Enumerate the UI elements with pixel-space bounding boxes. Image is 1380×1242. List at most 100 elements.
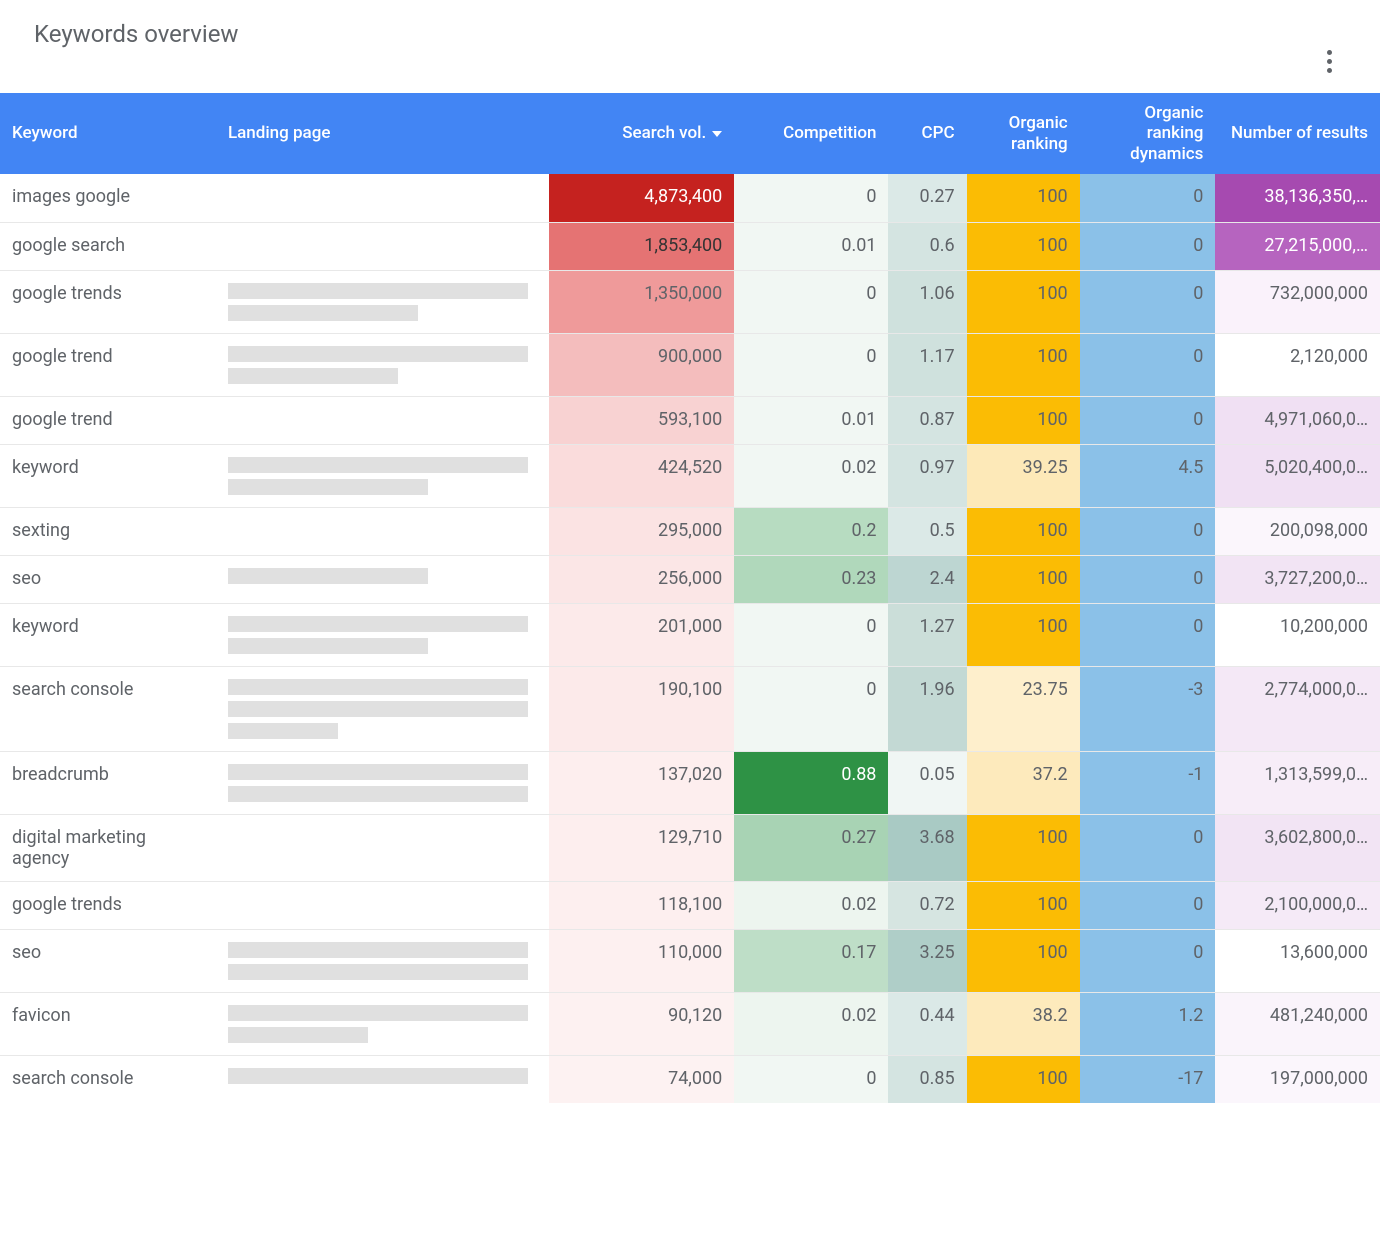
cell-organic-ranking-dynamics: -3 bbox=[1080, 666, 1216, 751]
cell-cpc: 1.06 bbox=[888, 270, 966, 333]
cell-organic-ranking: 100 bbox=[967, 555, 1080, 603]
cell-cpc: 0.97 bbox=[888, 444, 966, 507]
cell-organic-ranking-dynamics: 0 bbox=[1080, 603, 1216, 666]
cell-search-vol: 118,100 bbox=[549, 881, 734, 929]
cell-search-vol: 4,873,400 bbox=[549, 174, 734, 222]
cell-competition: 0.01 bbox=[734, 396, 888, 444]
cell-organic-ranking: 23.75 bbox=[967, 666, 1080, 751]
table-row[interactable]: breadcrumb137,0200.880.0537.2-11,313,599… bbox=[0, 751, 1380, 814]
table-row[interactable]: seo256,0000.232.410003,727,200,0… bbox=[0, 555, 1380, 603]
cell-organic-ranking: 100 bbox=[967, 814, 1080, 881]
cell-competition: 0.23 bbox=[734, 555, 888, 603]
cell-organic-ranking: 100 bbox=[967, 396, 1080, 444]
cell-number-of-results: 38,136,350,… bbox=[1215, 174, 1380, 222]
cell-competition: 0 bbox=[734, 174, 888, 222]
cell-landing-page bbox=[216, 174, 549, 222]
cell-cpc: 3.68 bbox=[888, 814, 966, 881]
cell-landing-page bbox=[216, 881, 549, 929]
cell-number-of-results: 27,215,000,… bbox=[1215, 222, 1380, 270]
cell-landing-page bbox=[216, 333, 549, 396]
cell-competition: 0 bbox=[734, 666, 888, 751]
cell-keyword: google trend bbox=[0, 333, 216, 396]
cell-organic-ranking: 100 bbox=[967, 929, 1080, 992]
cell-search-vol: 110,000 bbox=[549, 929, 734, 992]
cell-cpc: 1.17 bbox=[888, 333, 966, 396]
table-row[interactable]: search console74,00000.85100-17197,000,0… bbox=[0, 1055, 1380, 1103]
table-row[interactable]: google search1,853,4000.010.6100027,215,… bbox=[0, 222, 1380, 270]
cell-competition: 0.27 bbox=[734, 814, 888, 881]
cell-keyword: google trend bbox=[0, 396, 216, 444]
cell-organic-ranking-dynamics: 0 bbox=[1080, 507, 1216, 555]
cell-cpc: 0.05 bbox=[888, 751, 966, 814]
table-row[interactable]: images google4,873,40000.27100038,136,35… bbox=[0, 174, 1380, 222]
cell-competition: 0 bbox=[734, 603, 888, 666]
column-header-keyword[interactable]: Keyword bbox=[0, 93, 216, 174]
cell-search-vol: 424,520 bbox=[549, 444, 734, 507]
more-menu-icon[interactable] bbox=[1327, 20, 1350, 83]
cell-search-vol: 201,000 bbox=[549, 603, 734, 666]
cell-organic-ranking-dynamics: 0 bbox=[1080, 929, 1216, 992]
column-header-organic_ranking[interactable]: Organic ranking bbox=[967, 93, 1080, 174]
table-row[interactable]: seo110,0000.173.25100013,600,000 bbox=[0, 929, 1380, 992]
cell-keyword: seo bbox=[0, 929, 216, 992]
cell-search-vol: 295,000 bbox=[549, 507, 734, 555]
cell-number-of-results: 5,020,400,0… bbox=[1215, 444, 1380, 507]
cell-landing-page bbox=[216, 555, 549, 603]
column-header-landing_page[interactable]: Landing page bbox=[216, 93, 549, 174]
cell-landing-page bbox=[216, 666, 549, 751]
cell-keyword: sexting bbox=[0, 507, 216, 555]
column-header-number_of_results[interactable]: Number of results bbox=[1215, 93, 1380, 174]
cell-number-of-results: 1,313,599,0… bbox=[1215, 751, 1380, 814]
cell-search-vol: 1,853,400 bbox=[549, 222, 734, 270]
cell-landing-page bbox=[216, 396, 549, 444]
table-row[interactable]: favicon90,1200.020.4438.21.2481,240,000 bbox=[0, 992, 1380, 1055]
cell-organic-ranking-dynamics: -1 bbox=[1080, 751, 1216, 814]
cell-organic-ranking-dynamics: 0 bbox=[1080, 174, 1216, 222]
cell-competition: 0.2 bbox=[734, 507, 888, 555]
cell-cpc: 0.6 bbox=[888, 222, 966, 270]
cell-keyword: keyword bbox=[0, 444, 216, 507]
table-row[interactable]: keyword424,5200.020.9739.254.55,020,400,… bbox=[0, 444, 1380, 507]
cell-cpc: 0.85 bbox=[888, 1055, 966, 1103]
cell-cpc: 0.87 bbox=[888, 396, 966, 444]
table-row[interactable]: google trend900,00001.1710002,120,000 bbox=[0, 333, 1380, 396]
cell-cpc: 0.44 bbox=[888, 992, 966, 1055]
table-header-row: KeywordLanding pageSearch vol.Competitio… bbox=[0, 93, 1380, 174]
cell-search-vol: 90,120 bbox=[549, 992, 734, 1055]
table-row[interactable]: digital marketing agency129,7100.273.681… bbox=[0, 814, 1380, 881]
cell-keyword: google search bbox=[0, 222, 216, 270]
cell-landing-page bbox=[216, 1055, 549, 1103]
column-header-competition[interactable]: Competition bbox=[734, 93, 888, 174]
cell-landing-page bbox=[216, 751, 549, 814]
cell-landing-page bbox=[216, 992, 549, 1055]
table-row[interactable]: google trend593,1000.010.8710004,971,060… bbox=[0, 396, 1380, 444]
column-header-search_vol[interactable]: Search vol. bbox=[549, 93, 734, 174]
cell-competition: 0.88 bbox=[734, 751, 888, 814]
table-row[interactable]: google trends1,350,00001.061000732,000,0… bbox=[0, 270, 1380, 333]
cell-cpc: 0.72 bbox=[888, 881, 966, 929]
cell-keyword: keyword bbox=[0, 603, 216, 666]
cell-organic-ranking-dynamics: 0 bbox=[1080, 814, 1216, 881]
table-row[interactable]: google trends118,1000.020.7210002,100,00… bbox=[0, 881, 1380, 929]
cell-number-of-results: 4,971,060,0… bbox=[1215, 396, 1380, 444]
table-row[interactable]: keyword201,00001.27100010,200,000 bbox=[0, 603, 1380, 666]
cell-keyword: google trends bbox=[0, 881, 216, 929]
table-row[interactable]: sexting295,0000.20.51000200,098,000 bbox=[0, 507, 1380, 555]
column-header-organic_ranking_dynamics[interactable]: Organic ranking dynamics bbox=[1080, 93, 1216, 174]
column-header-cpc[interactable]: CPC bbox=[888, 93, 966, 174]
cell-number-of-results: 3,727,200,0… bbox=[1215, 555, 1380, 603]
cell-keyword: favicon bbox=[0, 992, 216, 1055]
cell-landing-page bbox=[216, 444, 549, 507]
cell-organic-ranking: 100 bbox=[967, 507, 1080, 555]
cell-cpc: 2.4 bbox=[888, 555, 966, 603]
cell-keyword: images google bbox=[0, 174, 216, 222]
cell-cpc: 0.27 bbox=[888, 174, 966, 222]
cell-search-vol: 129,710 bbox=[549, 814, 734, 881]
cell-organic-ranking-dynamics: 0 bbox=[1080, 270, 1216, 333]
page-title: Keywords overview bbox=[34, 20, 238, 48]
cell-number-of-results: 2,774,000,0… bbox=[1215, 666, 1380, 751]
cell-organic-ranking: 100 bbox=[967, 603, 1080, 666]
cell-cpc: 1.27 bbox=[888, 603, 966, 666]
table-row[interactable]: search console190,10001.9623.75-32,774,0… bbox=[0, 666, 1380, 751]
cell-cpc: 0.5 bbox=[888, 507, 966, 555]
